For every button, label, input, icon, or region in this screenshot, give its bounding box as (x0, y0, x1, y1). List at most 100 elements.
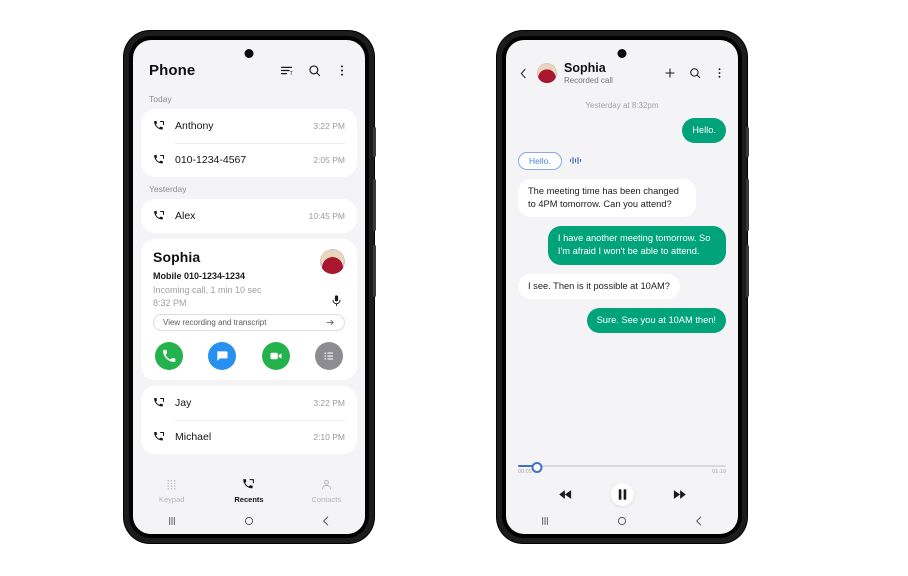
recent-calls-icon (243, 479, 255, 489)
tab-recents[interactable]: Recents (219, 478, 279, 504)
message-row: Hello. (518, 117, 726, 143)
message-bubble-incoming: The meeting time has been changed to 4PM… (518, 178, 697, 218)
quick-actions (153, 342, 345, 371)
search-icon[interactable] (307, 63, 322, 78)
more-options-icon[interactable] (713, 66, 726, 80)
volume-up-button[interactable] (746, 179, 749, 231)
phone-device-right: Sophia Recorded call Yesterday at 8:32pm… (497, 31, 749, 543)
call-row-jay[interactable]: Jay 3:22 PM (141, 386, 357, 420)
call-group-today: Anthony 3:22 PM 010-1234-4567 2:05 PM (141, 109, 357, 177)
details-action-button[interactable] (314, 342, 343, 371)
pause-button[interactable] (610, 483, 634, 506)
rewind-icon[interactable] (558, 488, 573, 501)
device-bezel: Phone T Today Anthony 3:22 PM 010-1234-4… (129, 36, 369, 538)
side-button-top[interactable] (746, 127, 749, 157)
expanded-call-card-sophia[interactable]: Sophia Mobile 010-1234-1234 Incoming cal… (141, 239, 357, 381)
contact-name: Sophia (153, 249, 201, 265)
pause-icon (618, 489, 626, 500)
tab-label: Contacts (311, 495, 342, 504)
call-group-after: Jay 3:22 PM Michael 2:10 PM (141, 386, 357, 455)
outgoing-call-icon (154, 154, 164, 164)
playback-controls (518, 483, 726, 506)
section-label-today: Today (149, 94, 172, 104)
call-group-yesterday: Alex 10:45 PM (141, 199, 357, 233)
call-name: Jay (175, 397, 192, 410)
call-row-number[interactable]: 010-1234-4567 2:05 PM (141, 143, 357, 177)
home-nav-icon[interactable] (242, 514, 256, 528)
video-call-action-button[interactable] (261, 342, 290, 371)
expanded-card-info: Sophia Mobile 010-1234-1234 Incoming cal… (153, 249, 262, 310)
fast-forward-icon[interactable] (672, 488, 687, 501)
front-camera-punch-hole (617, 49, 627, 58)
call-time: 10:45 PM (308, 211, 345, 221)
tab-bar: Keypad Recents Contacts (133, 472, 365, 508)
call-time: 3:22 PM (313, 121, 345, 131)
recents-nav-icon[interactable] (538, 514, 552, 528)
screen-right: Sophia Recorded call Yesterday at 8:32pm… (506, 40, 738, 534)
message-row: I have another meeting tomorrow. So I'm … (518, 226, 726, 265)
transcript-label: View recording and transcript (163, 318, 267, 328)
video-camera-icon (270, 352, 282, 360)
elapsed-time: 00:05 (518, 469, 532, 475)
message-row: Sure. See you at 10AM then! (518, 307, 726, 333)
tab-keypad[interactable]: Keypad (142, 478, 202, 504)
call-time: 2:10 PM (313, 432, 345, 443)
outgoing-call-icon (154, 210, 164, 220)
avatar (320, 249, 345, 274)
arrow-right-icon (326, 319, 334, 326)
message-action-button[interactable] (208, 342, 237, 371)
system-navigation-bar (133, 508, 365, 534)
message-bubble-incoming: I see. Then is it possible at 10AM? (518, 273, 680, 299)
system-navigation-bar (506, 508, 738, 534)
more-options-icon[interactable] (335, 63, 349, 78)
add-icon[interactable] (663, 66, 677, 80)
call-name: Michael (175, 431, 212, 444)
bottom-area: Keypad Recents Contacts (133, 472, 365, 534)
message-row: The meeting time has been changed to 4PM… (518, 178, 726, 218)
back-nav-icon[interactable] (319, 514, 333, 528)
slider-knob[interactable] (531, 462, 543, 473)
message-bubble-outgoing: Hello. (682, 117, 726, 143)
tab-label: Recents (234, 495, 264, 504)
outgoing-call-icon (154, 398, 164, 407)
call-name: Alex (175, 210, 196, 222)
svg-text:T: T (290, 71, 293, 77)
avatar (537, 63, 557, 84)
side-button-top[interactable] (373, 127, 376, 157)
phone-app: Phone T Today Anthony 3:22 PM 010-1234-4… (133, 40, 365, 534)
chevron-left-icon[interactable] (517, 67, 530, 80)
audio-progress-slider[interactable] (518, 462, 726, 473)
recents-list[interactable]: Today Anthony 3:22 PM 010-1234-4567 2:05… (133, 87, 365, 472)
audio-waveform-icon[interactable] (569, 155, 582, 166)
call-row-anthony[interactable]: Anthony 3:22 PM (141, 109, 357, 143)
canvas: Phone T Today Anthony 3:22 PM 010-1234-4… (0, 0, 908, 576)
call-time: 2:05 PM (313, 155, 345, 165)
contact-subtitle: Recorded call (564, 76, 613, 86)
phone-icon (163, 349, 176, 363)
outgoing-call-icon (154, 120, 164, 130)
recents-nav-icon[interactable] (165, 514, 179, 528)
back-nav-icon[interactable] (692, 514, 706, 528)
slider-track (518, 465, 726, 467)
call-detail: Incoming call, 1 min 10 sec (153, 285, 262, 295)
tab-contacts[interactable]: Contacts (296, 478, 356, 504)
contact-header-text: Sophia Recorded call (564, 61, 656, 86)
call-timestamp: 8:32 PM (153, 298, 187, 309)
call-row-alex[interactable]: Alex 10:45 PM (141, 199, 357, 233)
message-bubble-outgoing: Sure. See you at 10AM then! (586, 307, 726, 333)
message-pill-incoming[interactable]: Hello. (518, 151, 562, 170)
message-list[interactable]: Yesterday at 8:32pm Hello. Hello. The me… (506, 94, 738, 460)
home-nav-icon[interactable] (615, 514, 629, 528)
sort-icon[interactable]: T (279, 63, 294, 78)
volume-up-button[interactable] (373, 179, 376, 231)
call-row-michael[interactable]: Michael 2:10 PM (141, 420, 357, 454)
call-action-button[interactable] (155, 342, 183, 371)
volume-down-button[interactable] (746, 245, 749, 297)
microphone-icon[interactable] (330, 294, 343, 307)
search-icon[interactable] (688, 66, 702, 80)
call-time: 3:22 PM (313, 398, 345, 409)
recorded-call-transcript-app: Sophia Recorded call Yesterday at 8:32pm… (506, 40, 738, 534)
duration-time: 01:10 (712, 469, 726, 475)
volume-down-button[interactable] (373, 245, 376, 297)
view-recording-transcript-button[interactable]: View recording and transcript (153, 314, 345, 332)
